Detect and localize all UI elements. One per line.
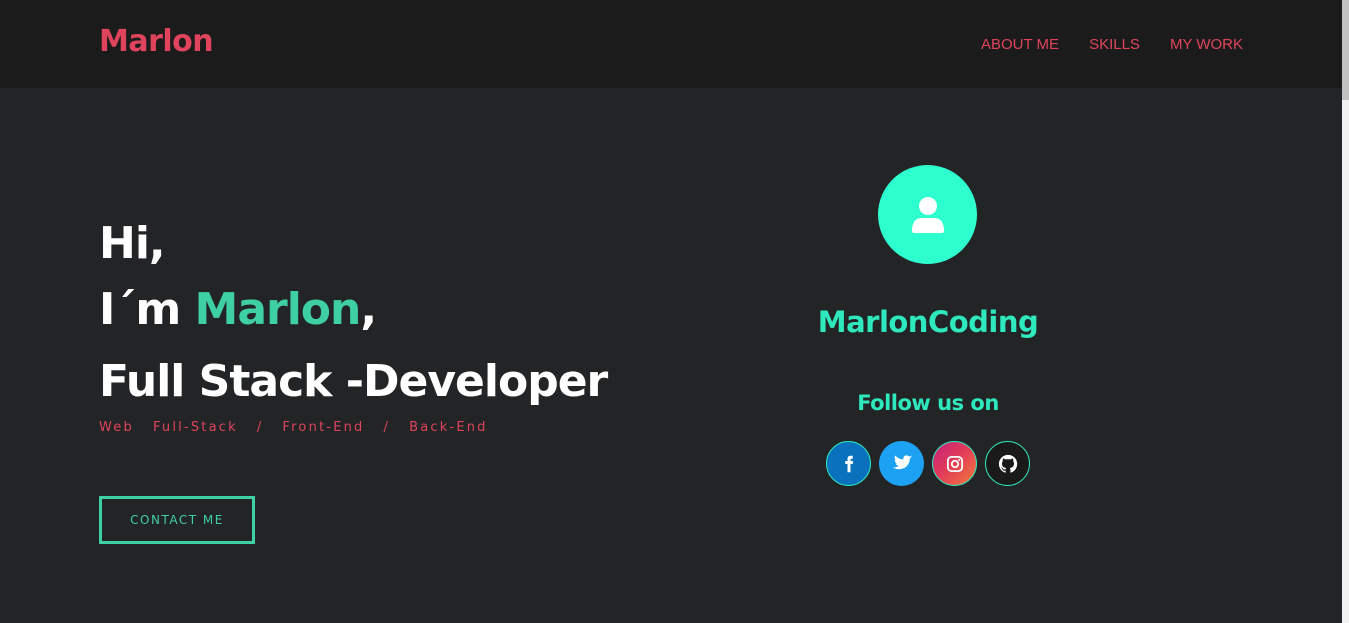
hero-intro-suffix: , bbox=[360, 284, 377, 335]
nav-link-about-me[interactable]: ABOUT ME bbox=[981, 36, 1059, 53]
hero-role: Full Stack -Developer bbox=[99, 356, 608, 407]
logo[interactable]: Marlon bbox=[99, 24, 214, 59]
instagram-button[interactable] bbox=[932, 441, 977, 486]
hero-section: Hi, I´m Marlon, Full Stack -Developer We… bbox=[99, 214, 608, 435]
twitter-icon bbox=[892, 454, 912, 469]
facebook-icon bbox=[844, 455, 853, 472]
hero-greeting: Hi, bbox=[99, 218, 166, 269]
scrollbar-thumb[interactable] bbox=[1342, 0, 1349, 100]
profile-name: MarlonCoding bbox=[817, 305, 1039, 339]
nav-link-skills[interactable]: SKILLS bbox=[1089, 36, 1140, 53]
page: Marlon ABOUT ME SKILLS MY WORK Hi, I´m M… bbox=[0, 0, 1349, 623]
facebook-button[interactable] bbox=[826, 441, 871, 486]
twitter-button[interactable] bbox=[879, 441, 924, 486]
github-icon bbox=[998, 454, 1017, 473]
follow-label: Follow us on bbox=[857, 391, 999, 415]
profile-avatar bbox=[878, 165, 977, 264]
hero-intro: I´m Marlon, bbox=[99, 274, 607, 346]
github-button[interactable] bbox=[985, 441, 1030, 486]
contact-me-button[interactable]: CONTACT ME bbox=[99, 496, 255, 544]
nav-links: ABOUT ME SKILLS MY WORK bbox=[981, 36, 1243, 53]
scrollbar[interactable] bbox=[1342, 0, 1349, 623]
hero-intro-prefix: I´m bbox=[99, 284, 195, 335]
instagram-icon bbox=[946, 455, 963, 472]
social-links bbox=[826, 441, 1030, 486]
navbar: Marlon ABOUT ME SKILLS MY WORK bbox=[0, 0, 1342, 88]
hero-tagline: Web Full-Stack / Front-End / Back-End bbox=[99, 420, 488, 435]
hero-name: Marlon bbox=[194, 284, 362, 335]
nav-link-my-work[interactable]: MY WORK bbox=[1170, 36, 1243, 53]
user-icon bbox=[911, 196, 944, 233]
